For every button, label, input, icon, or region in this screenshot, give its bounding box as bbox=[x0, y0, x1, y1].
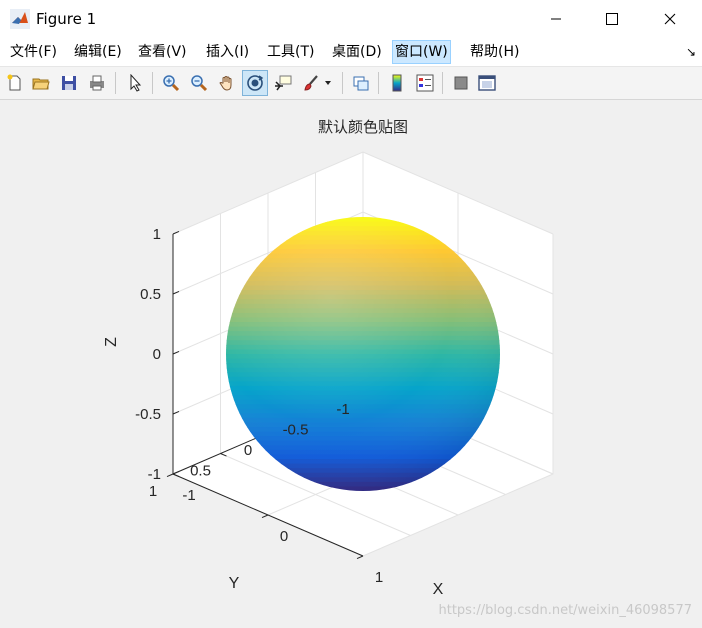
menu-desktop[interactable]: 桌面(D) bbox=[330, 41, 384, 63]
rotate-3d-button[interactable] bbox=[242, 70, 268, 96]
watermark-text: https://blog.csdn.net/weixin_46098577 bbox=[438, 603, 692, 618]
menu-file[interactable]: 文件(F) bbox=[8, 41, 59, 63]
legend-icon bbox=[416, 74, 434, 92]
window-title: Figure 1 bbox=[36, 10, 97, 28]
axes-3d[interactable]: 默认颜色贴图 -1-0.500.51 -1-0.500.51 -101 Z Y … bbox=[0, 100, 702, 628]
z-axis-label: Z bbox=[103, 337, 120, 347]
dock-arrow-icon[interactable]: ↘ bbox=[684, 41, 698, 63]
toolbar-separator bbox=[442, 72, 443, 94]
matlab-icon bbox=[10, 9, 30, 29]
x-tick-label: 0 bbox=[280, 528, 288, 545]
zoom-in-icon bbox=[163, 75, 180, 92]
z-tick-label: 0 bbox=[153, 346, 161, 363]
show-plot-tools-icon bbox=[478, 75, 496, 91]
data-cursor-icon bbox=[275, 75, 292, 91]
y-axis-label: Y bbox=[229, 575, 240, 592]
zoom-in-button[interactable] bbox=[160, 72, 182, 94]
chevron-down-icon bbox=[325, 81, 331, 85]
menu-window[interactable]: 窗口(W) bbox=[392, 40, 451, 64]
save-button[interactable] bbox=[58, 72, 80, 94]
new-figure-button[interactable] bbox=[4, 72, 26, 94]
legend-button[interactable] bbox=[414, 72, 436, 94]
x-tick-label: 1 bbox=[375, 569, 383, 586]
open-file-icon bbox=[32, 78, 50, 90]
colorbar-icon bbox=[392, 74, 402, 92]
minimize-button[interactable] bbox=[530, 0, 582, 38]
z-tick-label: 1 bbox=[153, 226, 161, 243]
toolbar-separator bbox=[378, 72, 379, 94]
open-file-button[interactable] bbox=[30, 72, 52, 94]
toolbar-separator bbox=[115, 72, 116, 94]
pointer-icon bbox=[130, 74, 142, 92]
pan-hand-icon bbox=[219, 76, 232, 91]
toolbar-separator bbox=[342, 72, 343, 94]
brush-dropdown-button[interactable] bbox=[322, 72, 334, 94]
zoom-out-button[interactable] bbox=[188, 72, 210, 94]
menu-bar: 文件(F) 编辑(E) 查看(V) 插入(I) 工具(T) 桌面(D) 窗口(W… bbox=[0, 38, 702, 67]
colorbar-button[interactable] bbox=[386, 72, 408, 94]
x-tick-mark bbox=[356, 555, 364, 560]
hide-plot-tools-icon bbox=[454, 76, 468, 90]
maximize-button[interactable] bbox=[586, 0, 638, 38]
brush-icon bbox=[304, 75, 318, 91]
close-icon bbox=[664, 13, 676, 25]
hide-plot-tools-button[interactable] bbox=[450, 72, 472, 94]
x-tick-mark bbox=[261, 514, 269, 519]
toolbar bbox=[0, 67, 702, 100]
title-bar: Figure 1 bbox=[0, 0, 702, 38]
menu-view[interactable]: 查看(V) bbox=[136, 41, 189, 63]
rotate-3d-icon bbox=[247, 75, 264, 91]
menu-tools[interactable]: 工具(T) bbox=[265, 41, 316, 63]
brush-button[interactable] bbox=[300, 72, 322, 94]
link-plot-icon bbox=[353, 76, 369, 91]
toolbar-separator bbox=[152, 72, 153, 94]
y-tick-label: -1 bbox=[336, 401, 349, 418]
chart-title: 默认颜色贴图 bbox=[318, 118, 408, 136]
x-axis-label: X bbox=[433, 581, 444, 598]
y-tick-label: 0.5 bbox=[190, 463, 211, 480]
link-plot-button[interactable] bbox=[350, 72, 372, 94]
save-icon bbox=[62, 76, 76, 90]
y-tick-label: 0 bbox=[244, 442, 252, 459]
print-icon bbox=[90, 75, 104, 91]
y-tick-label: 1 bbox=[149, 483, 157, 500]
sphere-shading bbox=[226, 217, 500, 491]
z-tick-label: 0.5 bbox=[140, 286, 161, 303]
maximize-icon bbox=[606, 13, 618, 25]
minimize-icon bbox=[551, 18, 561, 20]
z-tick-labels: -1 -0.5 0 0.5 1 bbox=[135, 226, 161, 483]
data-cursor-button[interactable] bbox=[272, 72, 294, 94]
zoom-out-icon bbox=[191, 75, 208, 92]
menu-help[interactable]: 帮助(H) bbox=[468, 41, 521, 63]
figure-canvas[interactable]: 默认颜色贴图 -1 -0.5 0 0.5 1 -1 -0.5 0 0.5 1 -1 0 1 Z Y … bbox=[0, 100, 702, 628]
x-tick-label: -1 bbox=[182, 487, 195, 504]
menu-edit[interactable]: 编辑(E) bbox=[72, 41, 124, 63]
x-tick-mark bbox=[166, 473, 174, 478]
close-button[interactable] bbox=[644, 0, 696, 38]
y-tick-label: -0.5 bbox=[283, 422, 309, 439]
new-figure-icon bbox=[7, 74, 21, 91]
z-tick-label: -1 bbox=[148, 466, 161, 483]
print-button[interactable] bbox=[86, 72, 108, 94]
menu-insert[interactable]: 插入(I) bbox=[204, 41, 251, 63]
pan-button[interactable] bbox=[216, 72, 238, 94]
pointer-button[interactable] bbox=[124, 72, 146, 94]
show-plot-tools-button[interactable] bbox=[476, 72, 498, 94]
z-tick-label: -0.5 bbox=[135, 406, 161, 423]
